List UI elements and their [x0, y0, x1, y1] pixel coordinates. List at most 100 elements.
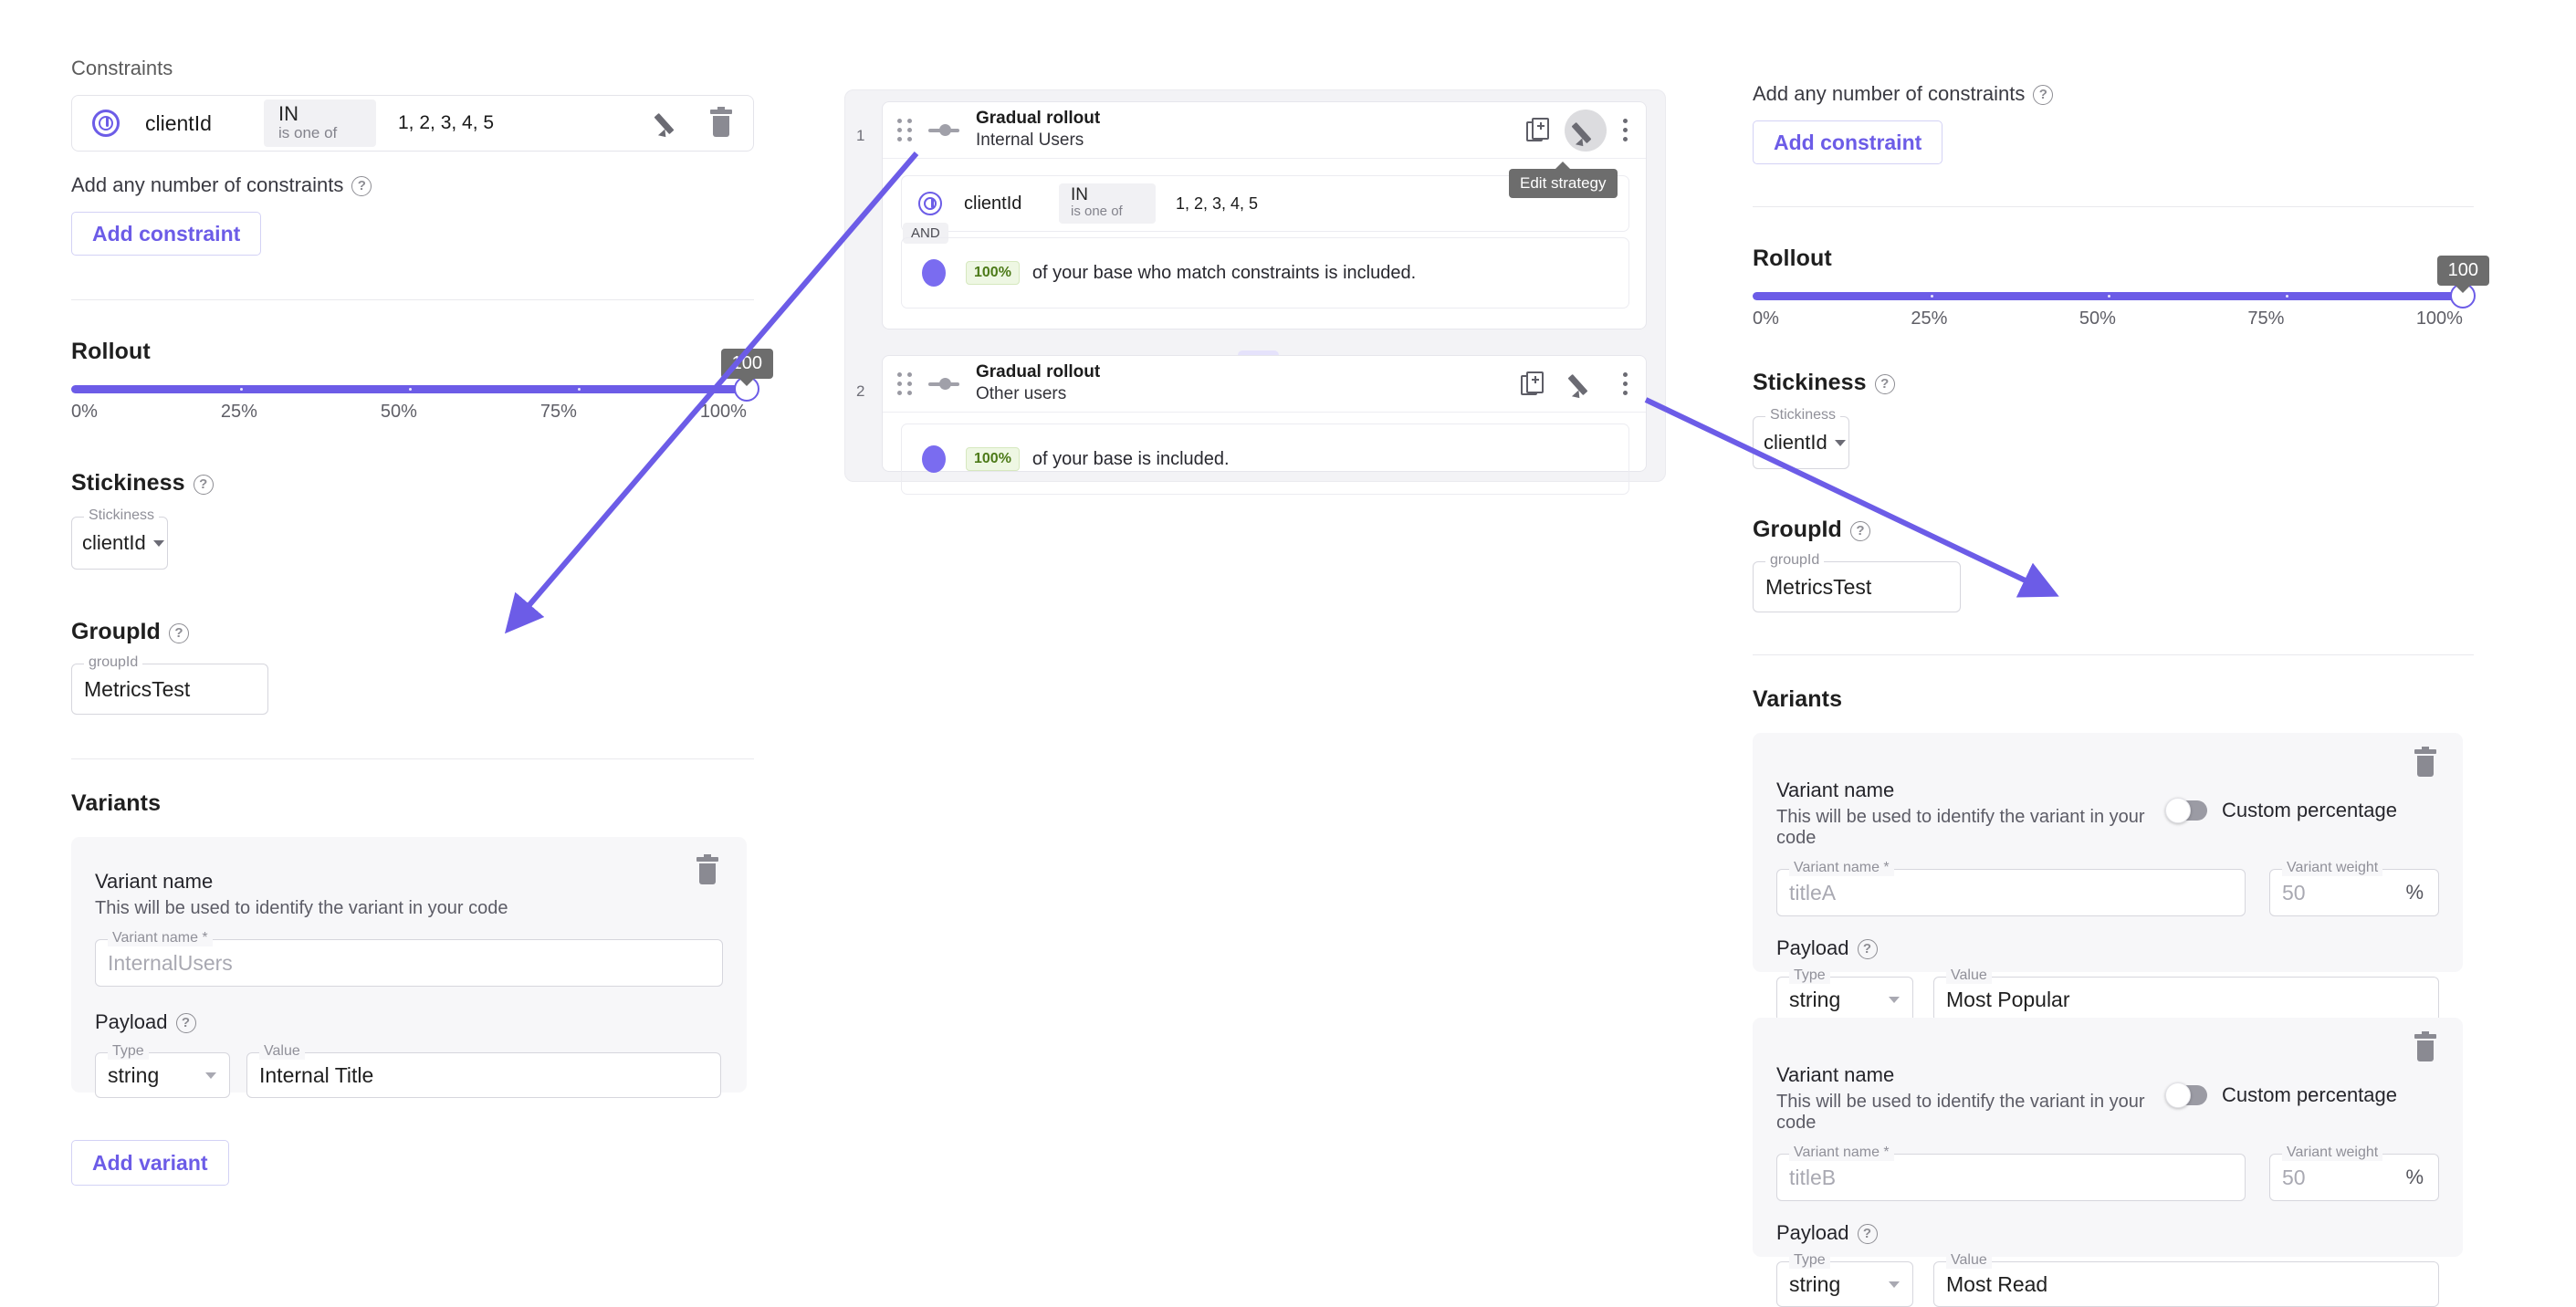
chevron-down-icon[interactable] [205, 1072, 216, 1079]
chevron-down-icon[interactable] [1835, 440, 1846, 446]
slider-rail[interactable]: 100 [71, 385, 747, 393]
stickiness-select[interactable]: Stickiness clientId [71, 517, 168, 570]
help-icon[interactable]: ? [176, 1013, 196, 1033]
rollout-description: of your base is included. [1032, 449, 1230, 470]
delete-variant-icon[interactable] [696, 857, 719, 884]
more-vertical-icon[interactable] [1623, 372, 1628, 395]
drag-handle-icon[interactable] [897, 372, 912, 395]
payload-label-group: Payload? [95, 1010, 723, 1034]
variant-weight-input[interactable]: Variant weight 50 % [2269, 869, 2439, 916]
strategy-title: Gradual rollout [976, 362, 1100, 383]
payload-value-input[interactable]: Value Most Popular [1933, 977, 2439, 1022]
drag-handle-icon[interactable] [897, 119, 912, 141]
payload-row: Type string Value Most Popular [1776, 977, 2439, 1022]
help-icon[interactable]: ? [1858, 939, 1878, 959]
pencil-icon[interactable] [1570, 371, 1597, 398]
custom-percentage-block: Custom percentage [2167, 799, 2397, 822]
payload-type-select[interactable]: Type string [1776, 977, 1913, 1022]
add-variant-button[interactable]: Add variant [71, 1140, 229, 1186]
constraint-values: 1, 2, 3, 4, 5 [1176, 194, 1258, 214]
constraint-operator-chip: IN is one of [1059, 183, 1156, 225]
help-icon[interactable]: ? [1850, 521, 1870, 541]
copy-strategy-icon[interactable] [1521, 371, 1545, 397]
groupid-value: MetricsTest [1754, 575, 1886, 600]
variant-name-label: Variant name [95, 870, 723, 894]
help-icon[interactable]: ? [1858, 1224, 1878, 1244]
rollout-slider[interactable]: 100 0% 25% 50% 75% 100% [71, 385, 747, 423]
payload-row: Type string Value Most Read [1776, 1261, 2439, 1307]
chevron-down-icon[interactable] [1889, 997, 1900, 1003]
payload-label-group: Payload? [1776, 936, 2439, 960]
payload-value: Internal Title [247, 1063, 388, 1088]
variant-weight-input[interactable]: Variant weight 50 % [2269, 1154, 2439, 1201]
slider-tick-label: 50% [381, 402, 417, 423]
edit-strategy-button[interactable] [1565, 110, 1607, 152]
help-icon[interactable]: ? [194, 475, 214, 495]
more-vertical-icon[interactable] [1623, 119, 1628, 141]
operator-label: IN [1071, 186, 1144, 204]
trash-icon[interactable] [709, 110, 733, 137]
constraint-values: 1, 2, 3, 4, 5 [398, 112, 494, 134]
constraint-row[interactable]: clientId IN is one of 1, 2, 3, 4, 5 [71, 95, 754, 152]
help-icon[interactable]: ? [169, 623, 189, 643]
custom-percentage-block: Custom percentage [2167, 1083, 2397, 1107]
chevron-down-icon[interactable] [153, 540, 164, 547]
slider-tick-label: 100% [700, 402, 747, 423]
payload-type-select[interactable]: Type string [95, 1052, 230, 1098]
stickiness-value: clientId [1754, 431, 1835, 455]
stickiness-select[interactable]: Stickiness clientId [1753, 416, 1849, 469]
slider-rail[interactable]: 100 [1753, 292, 2463, 300]
right-add-constraints-hint: Add any number of constraints? [1753, 82, 2474, 106]
right-stickiness-title: Stickiness? [1753, 370, 2474, 396]
strategy-index: 1 [856, 127, 864, 145]
payload-value-input[interactable]: Value Internal Title [246, 1052, 721, 1098]
slider-tick [240, 388, 243, 391]
payload-value-input[interactable]: Value Most Read [1933, 1261, 2439, 1307]
field-legend: groupId [84, 654, 142, 671]
custom-percentage-toggle[interactable] [2167, 800, 2207, 821]
strategy-index: 2 [856, 382, 864, 401]
variant-name-input[interactable]: Variant name * InternalUsers [95, 939, 723, 987]
delete-variant-icon[interactable] [2414, 749, 2437, 777]
stickiness-label: Stickiness [71, 470, 185, 496]
help-icon[interactable]: ? [351, 176, 372, 196]
custom-percentage-label: Custom percentage [2222, 799, 2397, 822]
divider [1753, 654, 2474, 655]
payload-value: Most Popular [1934, 988, 2085, 1012]
field-legend: Variant weight [2282, 860, 2382, 876]
strategy-title: Gradual rollout [976, 109, 1100, 130]
target-icon [92, 110, 120, 137]
pencil-icon[interactable] [656, 110, 684, 137]
payload-type-select[interactable]: Type string [1776, 1261, 1913, 1307]
variant-name-value: titleA [1777, 881, 1850, 905]
divider [71, 299, 754, 300]
variant-name-block: Variant name This will be used to identi… [1776, 1036, 2167, 1134]
groupid-value: MetricsTest [72, 677, 204, 702]
rollout-slider[interactable]: 100 0% 25% 50% 75% 100% [1753, 292, 2463, 329]
strategy-rollout-box: 100% of your base is included. [901, 423, 1629, 495]
delete-variant-icon[interactable] [2414, 1034, 2437, 1061]
help-icon[interactable]: ? [1875, 374, 1895, 394]
add-constraint-button[interactable]: Add constraint [71, 212, 261, 256]
add-constraint-button[interactable]: Add constraint [1753, 120, 1942, 164]
left-panel: Constraints clientId IN is one of 1, 2, … [71, 57, 754, 1186]
variant-name-input[interactable]: Variant name * titleA [1776, 869, 2246, 916]
help-icon[interactable]: ? [2033, 85, 2053, 105]
slider-tick-label: 75% [540, 402, 577, 423]
variant-name-label: Variant name [1776, 779, 2167, 802]
payload-type-value: string [1777, 988, 1855, 1012]
chevron-down-icon[interactable] [1889, 1281, 1900, 1288]
groupid-input[interactable]: groupId MetricsTest [1753, 561, 1961, 612]
payload-value: Most Read [1934, 1272, 2062, 1297]
field-legend: Value [1946, 967, 1992, 984]
custom-percentage-toggle[interactable] [2167, 1085, 2207, 1105]
groupid-input[interactable]: groupId MetricsTest [71, 664, 268, 715]
variant-name-input[interactable]: Variant name * titleB [1776, 1154, 2246, 1201]
field-legend: Value [259, 1043, 305, 1060]
strategy-titles: Gradual rollout Internal Users [976, 109, 1100, 152]
operator-label: IN [278, 103, 361, 124]
copy-strategy-icon[interactable] [1526, 118, 1550, 143]
left-variants-title: Variants [71, 790, 754, 817]
target-icon [918, 192, 942, 215]
payload-label: Payload [95, 1010, 168, 1033]
